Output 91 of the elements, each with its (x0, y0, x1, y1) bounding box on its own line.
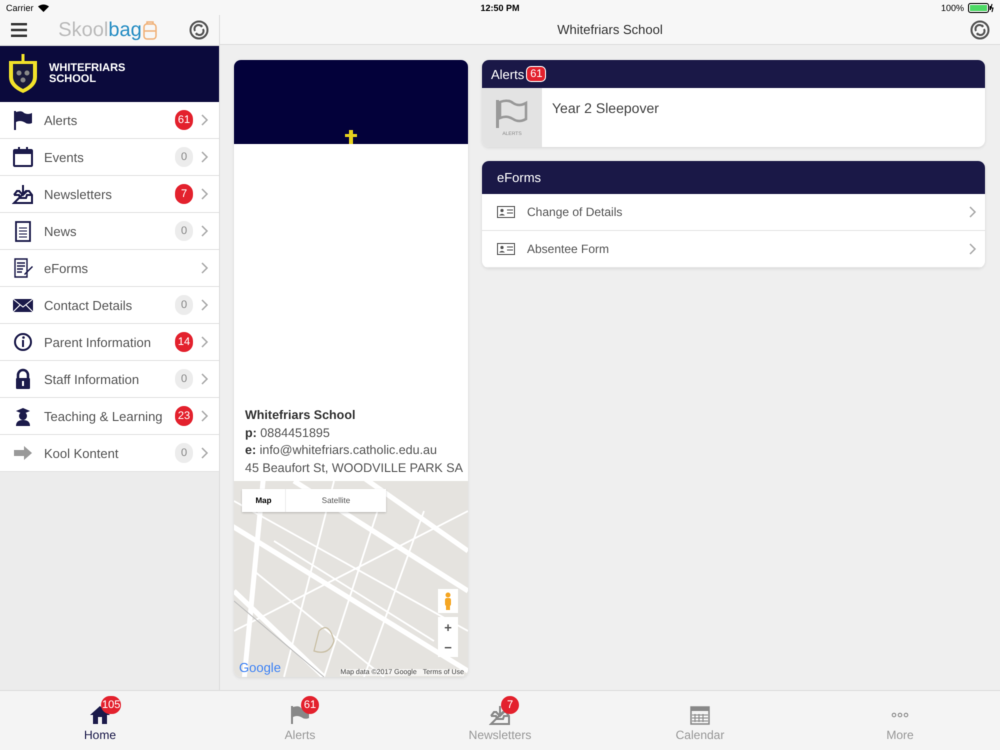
sync-icon[interactable] (970, 20, 990, 40)
menu-item[interactable]: Kool Kontent 0 (0, 435, 219, 472)
count-badge: 0 (175, 369, 193, 389)
id-card-icon (497, 243, 515, 255)
battery-icon (968, 2, 994, 12)
calendar-icon (689, 704, 711, 724)
map-type-tab[interactable]: Map (242, 489, 286, 512)
count-badge: 105 (101, 696, 122, 714)
info-icon (12, 331, 34, 353)
school-name: WHITEFRIARS SCHOOL (49, 63, 126, 85)
menu-label: Teaching & Learning (44, 408, 164, 424)
tab-bar-item[interactable]: 7 Newsletters (400, 691, 600, 750)
document-icon (12, 220, 34, 242)
menu-label: News (44, 224, 78, 238)
school-name: Whitefriars School (245, 407, 356, 424)
inbox-icon (12, 183, 34, 205)
tab-bar-item[interactable]: 61 Alerts (200, 691, 400, 750)
email-address: e: info@whitefriars.catholic.edu.au (245, 442, 438, 459)
menu-item[interactable]: eForms (0, 250, 219, 287)
chevron-icon (201, 299, 209, 311)
street-address: 45 Beaufort St, WOODVILLE PARK SA (245, 460, 462, 476)
count-badge: 61 (526, 66, 546, 82)
chevron-icon (201, 225, 209, 237)
menu-item[interactable]: Contact Details 0 (0, 287, 219, 324)
menu-label: Kool Kontent (44, 446, 120, 460)
menu-label: Staff Information (44, 372, 140, 386)
form-icon (12, 257, 34, 279)
tab-label: Alerts (284, 728, 316, 742)
count-badge: 0 (175, 147, 193, 167)
count-badge: 0 (175, 295, 193, 315)
flag-icon (12, 109, 34, 131)
chevron-icon (201, 410, 209, 422)
menu-label: Newsletters (44, 186, 113, 202)
menu-label: Parent Information (44, 334, 152, 350)
id-card-icon (497, 206, 515, 218)
chevron-icon (969, 206, 977, 218)
tab-label: Newsletters (468, 728, 532, 742)
menu-item[interactable]: Alerts 61 (0, 102, 219, 139)
chevron-icon (201, 336, 209, 348)
map-type-tab[interactable]: Satellite (286, 489, 386, 512)
alert-title: Year 2 Sleepover (552, 100, 659, 118)
menu-item[interactable]: Events 0 (0, 139, 219, 176)
calendar-icon (12, 146, 34, 168)
wifi-icon (38, 4, 49, 12)
chevron-icon (201, 114, 209, 126)
count-badge: 23 (175, 406, 193, 426)
chevron-icon (201, 447, 209, 459)
more-icon (891, 712, 909, 718)
tab-label: More (886, 728, 914, 742)
chevron-icon (969, 243, 977, 255)
form-item[interactable]: Absentee Form (482, 231, 985, 268)
menu-label: Contact Details (44, 298, 134, 312)
count-badge: 61 (175, 110, 193, 130)
form-label: Absentee Form (527, 242, 610, 256)
menu-icon[interactable] (11, 23, 27, 37)
form-item[interactable]: Change of Details (482, 194, 985, 231)
carrier-label: Carrier (6, 2, 34, 12)
count-badge: 7 (175, 184, 193, 204)
clock: 12:50 PM (480, 2, 520, 12)
battery-label: 100% (940, 2, 964, 12)
phone-number: p: 0884451895 (245, 424, 331, 442)
flag-icon (495, 98, 529, 128)
menu-item[interactable]: Parent Information 14 (0, 324, 219, 361)
menu-item[interactable]: Newsletters 7 (0, 176, 219, 213)
google-logo: Google (239, 660, 281, 675)
chevron-icon (201, 151, 209, 163)
count-badge: 0 (175, 221, 193, 241)
count-badge: 14 (175, 332, 193, 352)
sync-icon[interactable] (189, 20, 209, 40)
card-title: Alerts (491, 66, 524, 82)
menu-label: eForms (44, 260, 90, 276)
menu-item[interactable]: Teaching & Learning 23 (0, 398, 219, 435)
window-title: Whitefriars School (557, 22, 663, 37)
menu-label: Alerts (44, 112, 78, 128)
chevron-icon (201, 262, 209, 274)
count-badge: 7 (501, 696, 519, 714)
tab-label: Calendar (676, 728, 724, 742)
tab-bar-item[interactable]: 105 Home (0, 691, 200, 750)
backpack-icon (142, 20, 158, 40)
count-badge: 61 (301, 696, 319, 714)
menu-item[interactable]: News 0 (0, 213, 219, 250)
logo-text: bag (108, 18, 142, 42)
chevron-icon (201, 373, 209, 385)
menu-label: Events (44, 150, 85, 164)
logo-text: Skool (58, 18, 108, 42)
tab-label: Home (84, 728, 116, 742)
form-label: Change of Details (527, 205, 624, 219)
chevron-icon (201, 188, 209, 200)
card-title: eForms (497, 170, 542, 185)
menu-item[interactable]: Staff Information 0 (0, 361, 219, 398)
count-badge: 0 (175, 443, 193, 463)
